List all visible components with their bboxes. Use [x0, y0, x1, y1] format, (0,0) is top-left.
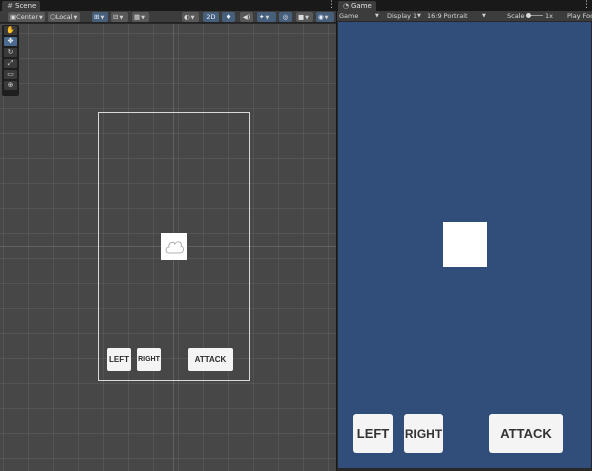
scene-right-button[interactable]: RIGHT	[137, 348, 161, 371]
scene-panel: # Scene ⋮ ▣Center▼ ⬡Local▼ ⊞▼ ⊟▼ ▦▼ ◐▼ 2D…	[0, 0, 336, 471]
increment-snap-button[interactable]: ⊟▼	[111, 12, 128, 22]
game-right-button[interactable]: RIGHT	[404, 414, 443, 453]
game-attack-button[interactable]: ATTACK	[489, 414, 563, 453]
chevron-down-icon: ▼	[141, 15, 146, 21]
pivot-label: Center	[16, 13, 39, 21]
shading-sphere-icon: ◐	[184, 13, 190, 21]
game-panel: ◔ Game ⋮ Game ▼ Display 1 ▼ 16:9 Portrait…	[337, 0, 592, 471]
camera-dropdown[interactable]: ■▼	[296, 12, 313, 22]
chevron-down-icon: ▼	[73, 15, 78, 21]
chevron-down-icon: ▼	[190, 15, 195, 21]
grid-snap-button[interactable]: ⊞▼	[92, 12, 108, 22]
hand-tool-icon[interactable]: ✋	[4, 26, 17, 35]
game-viewport[interactable]: LEFT RIGHT ATTACK	[338, 22, 591, 468]
game-attack-label: ATTACK	[500, 426, 552, 441]
game-menu-icon[interactable]: ⋮	[582, 0, 591, 10]
mode-2d-toggle[interactable]: 2D	[203, 12, 219, 22]
chevron-down-icon: ▼	[482, 13, 486, 19]
transform-tool-icon[interactable]: ⊕	[4, 81, 17, 90]
light-bulb-icon: ♦	[225, 13, 232, 21]
scene-tab-label: Scene	[15, 2, 37, 10]
game-tab[interactable]: ◔ Game	[338, 1, 376, 11]
effects-dropdown[interactable]: ✦▼	[257, 12, 276, 22]
scene-left-button[interactable]: LEFT	[107, 348, 131, 371]
gizmos-globe-icon: ◉	[318, 13, 324, 21]
chevron-down-icon: ▼	[305, 15, 310, 21]
audio-icon: ◀)	[242, 13, 251, 21]
scale-label: Scale	[507, 12, 525, 20]
grid-visibility-button[interactable]: ▦▼	[132, 12, 149, 22]
chevron-down-icon: ▼	[39, 15, 43, 21]
snap-increment-icon: ⊟	[113, 13, 119, 21]
display-select[interactable]: Display 1	[387, 11, 417, 21]
scale-slider-handle[interactable]	[526, 13, 531, 18]
pivot-center-dropdown[interactable]: ▣Center▼	[8, 12, 45, 22]
gamepad-icon: ◔	[342, 2, 350, 10]
mode-2d-label: 2D	[206, 13, 216, 21]
chevron-down-icon: ▼	[324, 15, 329, 21]
game-left-label: LEFT	[356, 426, 390, 441]
audio-toggle[interactable]: ◀)	[240, 12, 253, 22]
chevron-down-icon: ▼	[417, 13, 421, 19]
scale-tool-icon[interactable]: ⤢	[4, 59, 17, 68]
scale-value: 1x	[545, 12, 553, 20]
draw-mode-button[interactable]: ◐▼	[182, 12, 199, 22]
game-tab-label: Game	[351, 2, 372, 10]
chevron-down-icon: ▼	[265, 15, 270, 21]
game-view-select[interactable]: Game	[339, 11, 358, 21]
gizmos-dropdown[interactable]: ◉▼	[316, 12, 334, 22]
tool-palette: ✋ ✥ ↻ ⤢ ▭ ⊕	[2, 25, 19, 96]
scene-attack-button[interactable]: ATTACK	[188, 348, 233, 371]
eye-slash-icon: ◎	[282, 13, 289, 21]
chevron-down-icon: ▼	[375, 13, 379, 19]
player-sprite[interactable]	[161, 233, 187, 260]
scene-menu-icon[interactable]: ⋮	[327, 0, 336, 10]
rect-tool-icon[interactable]: ▭	[4, 70, 17, 79]
sprite-outline-icon	[165, 241, 184, 254]
chevron-down-icon: ▼	[119, 15, 124, 21]
grid-icon: ▦	[134, 13, 141, 21]
game-tab-bar: ◔ Game ⋮	[337, 0, 592, 11]
scene-attack-label: ATTACK	[194, 355, 227, 364]
space-local-dropdown[interactable]: ⬡Local▼	[48, 12, 80, 22]
grid-snap-icon: ⊞	[94, 13, 100, 21]
lighting-toggle[interactable]: ♦	[222, 12, 235, 22]
move-tool-icon[interactable]: ✥	[4, 37, 17, 46]
scene-visibility-toggle[interactable]: ◎	[279, 12, 292, 22]
play-focused-dropdown[interactable]: Play Foc	[567, 11, 592, 21]
scene-left-label: LEFT	[109, 355, 129, 364]
game-toolbar: Game ▼ Display 1 ▼ 16:9 Portrait ▼ Scale…	[337, 11, 592, 21]
game-left-button[interactable]: LEFT	[353, 414, 393, 453]
scene-hash-icon: #	[7, 2, 13, 10]
effects-icon: ✦	[259, 13, 265, 21]
aspect-ratio-select[interactable]: 16:9 Portrait	[427, 11, 468, 21]
scene-viewport[interactable]: ✋ ✥ ↻ ⤢ ▭ ⊕ LEFT RIGHT ATTACK	[0, 24, 336, 471]
scene-tab-bar: # Scene ⋮	[0, 0, 336, 11]
scene-tab[interactable]: # Scene	[2, 1, 41, 11]
player-sprite	[443, 222, 487, 267]
space-label: Local	[55, 13, 73, 21]
game-right-label: RIGHT	[404, 426, 443, 441]
chevron-down-icon: ▼	[100, 15, 105, 21]
camera-icon: ■	[298, 13, 305, 21]
scene-toolbar: ▣Center▼ ⬡Local▼ ⊞▼ ⊟▼ ▦▼ ◐▼ 2D ♦ ◀) ✦▼ …	[0, 11, 336, 23]
scene-right-label: RIGHT	[138, 356, 160, 363]
rotate-tool-icon[interactable]: ↻	[4, 48, 17, 57]
